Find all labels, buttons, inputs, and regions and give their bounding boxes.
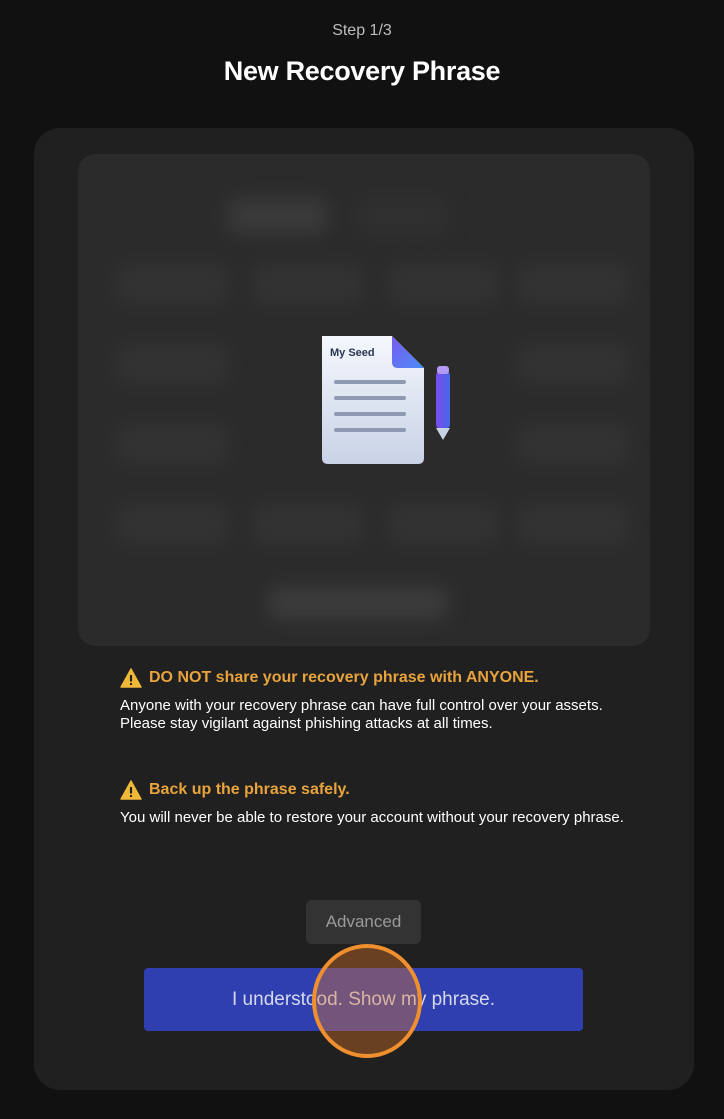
blurred-tab [358, 198, 448, 234]
backup-warning: Back up the phrase safely. You will neve… [120, 780, 630, 827]
page-title: New Recovery Phrase [223, 56, 501, 86]
blurred-word [253, 264, 363, 304]
blurred-word [388, 504, 498, 544]
share-warning-title-row: DO NOT share your recovery phrase with A… [120, 668, 630, 688]
blurred-word [118, 424, 228, 464]
share-warning: DO NOT share your recovery phrase with A… [120, 668, 630, 733]
blurred-word [118, 344, 228, 384]
warning-triangle-icon [120, 668, 142, 688]
seed-document-icon: My Seed [322, 336, 450, 464]
share-warning-body: Anyone with your recovery phrase can hav… [120, 697, 603, 732]
backup-warning-title-row: Back up the phrase safely. [120, 780, 630, 800]
hidden-phrase-panel: My Seed [78, 154, 650, 646]
blurred-word [518, 504, 628, 544]
step-indicator: Step 1/3 [332, 22, 392, 39]
blurred-tab [228, 198, 328, 234]
page: Step 1/3 New Recovery Phrase My Seed DO … [0, 0, 724, 1119]
backup-warning-title: Back up the phrase safely. [149, 781, 350, 798]
blurred-word [518, 264, 628, 304]
blurred-word [518, 424, 628, 464]
blurred-word [253, 504, 363, 544]
warning-triangle-icon [120, 780, 142, 800]
show-phrase-button[interactable]: I understood. Show my phrase. [144, 968, 583, 1031]
blurred-copy-button [268, 586, 448, 620]
blurred-word [388, 264, 498, 304]
recovery-phrase-card: My Seed DO NOT share your recovery phras… [34, 128, 694, 1090]
blurred-word [518, 344, 628, 384]
backup-warning-body: You will never be able to restore your a… [120, 809, 624, 826]
advanced-button[interactable]: Advanced [306, 900, 421, 944]
blurred-word [118, 504, 228, 544]
share-warning-title: DO NOT share your recovery phrase with A… [149, 669, 539, 686]
seed-document-label: My Seed [330, 347, 375, 359]
blurred-word [118, 264, 228, 304]
